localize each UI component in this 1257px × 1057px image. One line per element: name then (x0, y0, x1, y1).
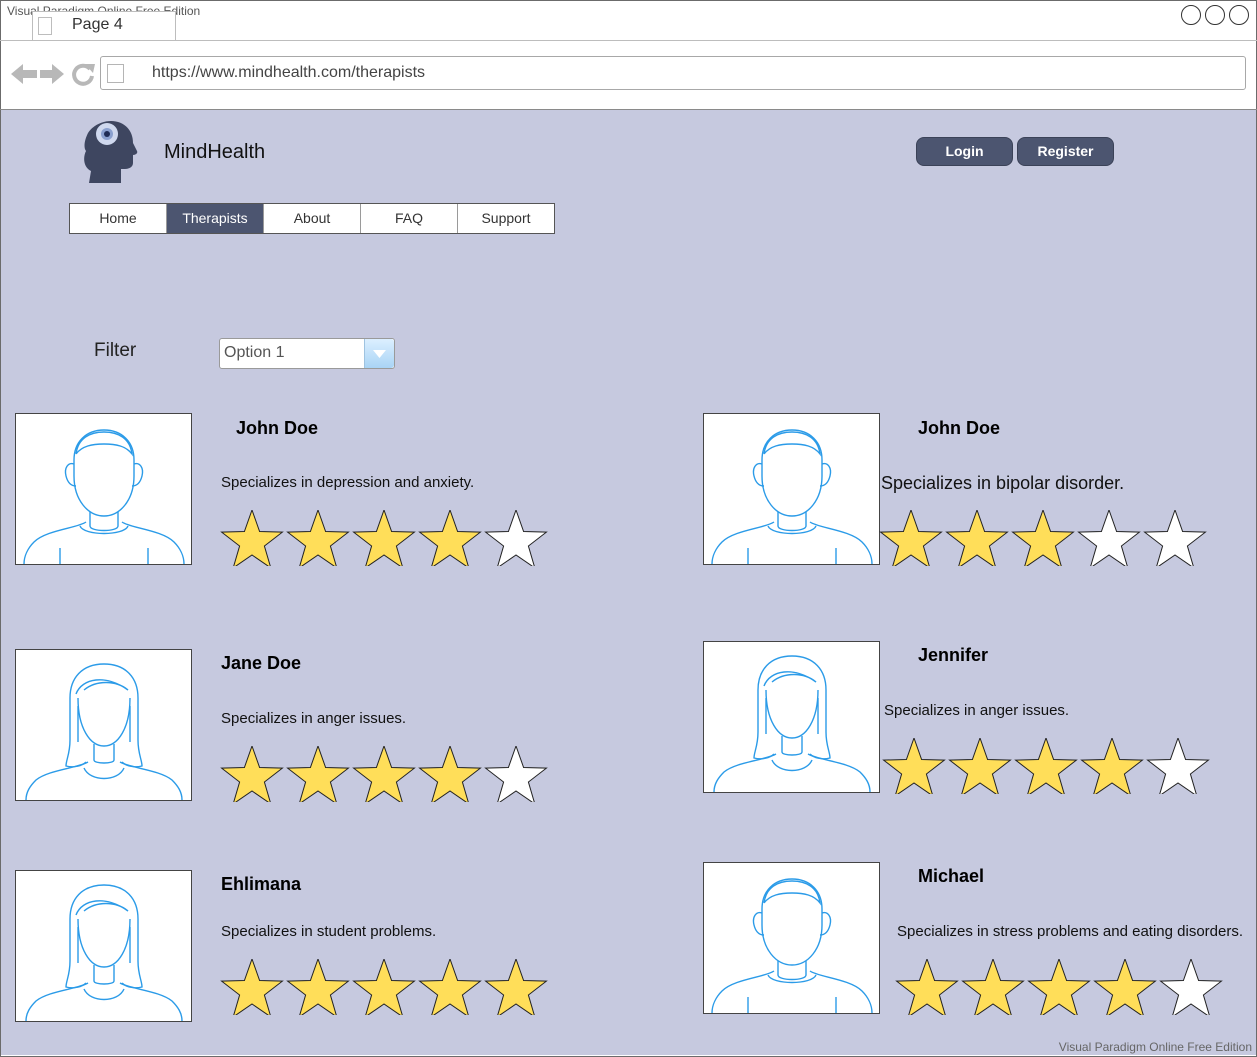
therapist-specialty: Specializes in student problems. (221, 923, 437, 940)
url-text[interactable]: https://www.mindhealth.com/therapists (152, 64, 425, 82)
therapist-specialty: Specializes in bipolar disorder. (881, 473, 1125, 493)
tab-label: Page 4 (72, 16, 123, 33)
brand-name: MindHealth (164, 141, 266, 163)
therapist-specialty: Specializes in stress problems and eatin… (897, 923, 1244, 940)
therapist-name: Jennifer (918, 645, 989, 665)
chevron-down-icon (373, 350, 386, 358)
therapist-avatar (703, 641, 880, 793)
star-filled-icon (286, 746, 350, 802)
therapist-avatar (15, 649, 192, 801)
rating-stars (895, 959, 1223, 1015)
star-filled-icon (948, 738, 1012, 794)
star-filled-icon (418, 510, 482, 566)
reload-icon[interactable] (70, 61, 96, 87)
star-filled-icon (418, 959, 482, 1015)
filter-label: Filter (94, 340, 137, 361)
star-filled-icon (1080, 738, 1144, 794)
star-filled-icon (1027, 959, 1091, 1015)
star-filled-icon (352, 510, 416, 566)
forward-arrow-icon[interactable] (38, 62, 68, 86)
nav-therapists[interactable]: Therapists (167, 204, 264, 233)
main-nav: Home Therapists About FAQ Support (69, 203, 555, 234)
login-button[interactable]: Login (916, 137, 1013, 166)
user-avatar-icon (25, 663, 183, 800)
star-filled-icon (1011, 510, 1075, 566)
user-avatar-icon (711, 878, 873, 1013)
therapist-avatar (703, 413, 880, 565)
rating-stars (220, 959, 548, 1015)
filter-dropdown-button[interactable] (364, 339, 394, 368)
star-filled-icon (961, 959, 1025, 1015)
star-empty-icon (1143, 510, 1207, 566)
star-filled-icon (220, 746, 284, 802)
star-filled-icon (352, 746, 416, 802)
back-arrow-icon[interactable] (9, 62, 39, 86)
star-filled-icon (220, 959, 284, 1015)
window-minimize-icon[interactable] (1181, 5, 1201, 25)
rating-stars (879, 510, 1207, 566)
user-avatar-icon (25, 884, 183, 1021)
therapist-avatar (15, 870, 192, 1022)
star-empty-icon (1159, 959, 1223, 1015)
head-brain-logo (69, 119, 147, 185)
star-empty-icon (484, 746, 548, 802)
therapist-name: Ehlimana (221, 874, 302, 894)
star-filled-icon (418, 746, 482, 802)
star-filled-icon (1014, 738, 1078, 794)
star-filled-icon (220, 510, 284, 566)
star-filled-icon (286, 959, 350, 1015)
nav-faq[interactable]: FAQ (361, 204, 458, 233)
user-avatar-icon (23, 429, 185, 564)
rating-stars (882, 738, 1210, 794)
nav-support[interactable]: Support (458, 204, 554, 233)
rating-stars (220, 510, 548, 566)
star-empty-icon (484, 510, 548, 566)
tab-divider (0, 40, 1257, 41)
therapist-name: Jane Doe (221, 653, 302, 673)
window-close-icon[interactable] (1229, 5, 1249, 25)
therapist-specialty: Specializes in depression and anxiety. (221, 474, 475, 491)
star-filled-icon (352, 959, 416, 1015)
therapist-name: Michael (918, 866, 985, 886)
nav-home[interactable]: Home (70, 204, 167, 233)
page-doc-icon (38, 17, 52, 35)
therapist-name: John Doe (918, 418, 1001, 438)
rating-stars (220, 746, 548, 802)
star-empty-icon (1146, 738, 1210, 794)
nav-about[interactable]: About (264, 204, 361, 233)
user-avatar-icon (711, 429, 873, 564)
user-avatar-icon (713, 655, 871, 792)
star-filled-icon (286, 510, 350, 566)
page-doc-icon (107, 64, 124, 83)
window-maximize-icon[interactable] (1205, 5, 1225, 25)
filter-selected-value[interactable]: Option 1 (224, 344, 284, 362)
star-filled-icon (895, 959, 959, 1015)
therapist-avatar (703, 862, 880, 1014)
watermark-bottom: Visual Paradigm Online Free Edition (1058, 1040, 1252, 1054)
star-empty-icon (1077, 510, 1141, 566)
therapist-specialty: Specializes in anger issues. (884, 702, 1070, 719)
star-filled-icon (879, 510, 943, 566)
star-filled-icon (484, 959, 548, 1015)
therapist-name: John Doe (236, 418, 319, 438)
star-filled-icon (882, 738, 946, 794)
therapist-specialty: Specializes in anger issues. (221, 710, 407, 727)
therapist-avatar (15, 413, 192, 565)
register-button[interactable]: Register (1017, 137, 1114, 166)
star-filled-icon (945, 510, 1009, 566)
star-filled-icon (1093, 959, 1157, 1015)
